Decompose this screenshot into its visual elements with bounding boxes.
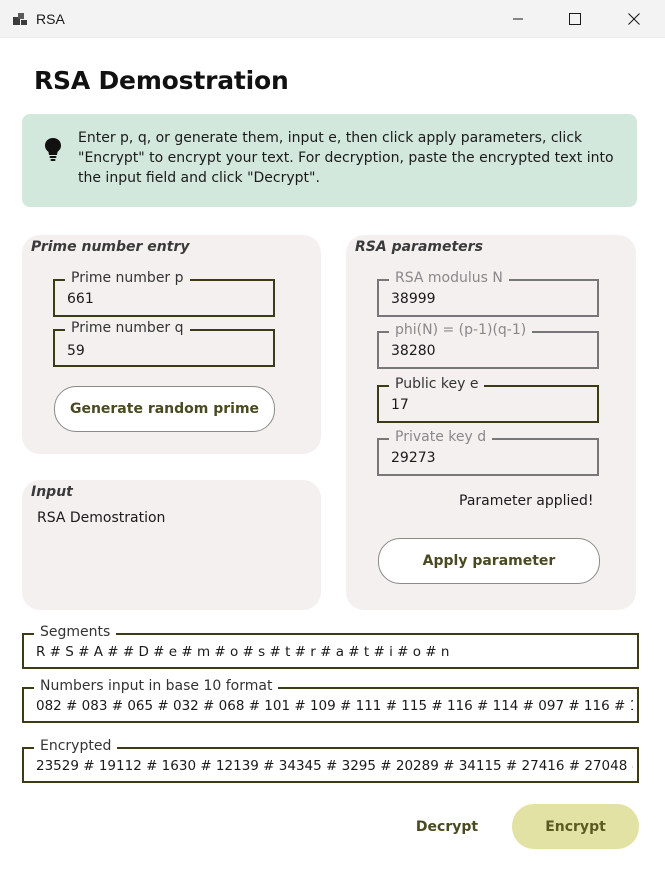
app-window-icon [13,13,27,25]
maximize-icon [569,13,581,25]
input-panel-title: Input [31,484,73,500]
title-bar: RSA [0,0,665,38]
prime-p-value: 661 [67,291,94,307]
lightbulb-icon [45,138,61,161]
prime-q-label: Prime number q [65,320,190,336]
prime-q-field[interactable]: Prime number q 59 [53,320,275,367]
segments-label: Segments [34,624,117,640]
info-banner: Enter p, q, or generate them, input e, t… [22,114,637,207]
phi-field: phi(N) = (p-1)(q-1) 38280 [377,322,599,369]
segments-value: R # S # A # # D # e # m # o # s # t # r … [36,644,450,660]
rsa-panel-title: RSA parameters [355,239,483,255]
minimize-button[interactable] [489,0,547,38]
generate-random-prime-button[interactable]: Generate random prime [54,386,275,432]
minimize-icon [513,18,523,20]
close-button[interactable] [605,0,663,38]
encrypted-field[interactable]: Encrypted 23529 # 19112 # 1630 # 12139 #… [22,738,639,783]
private-key-d-field: Private key d 29273 [377,429,599,476]
phi-value: 38280 [391,343,436,359]
page-title: RSA Demostration [34,66,289,95]
decrypt-button[interactable]: Decrypt [402,806,492,848]
maximize-button[interactable] [546,0,604,38]
private-key-d-label: Private key d [389,429,493,445]
public-key-e-field[interactable]: Public key e 17 [377,376,599,423]
prime-p-label: Prime number p [65,270,190,286]
encrypted-value: 23529 # 19112 # 1630 # 12139 # 34345 # 3… [36,758,633,774]
encrypt-button[interactable]: Encrypt [512,804,639,849]
close-icon [628,13,640,25]
numbers-label: Numbers input in base 10 format [34,678,279,694]
input-text-field[interactable]: RSA Demostration [37,510,165,526]
rsa-modulus-label: RSA modulus N [389,270,509,286]
prime-q-value: 59 [67,343,85,359]
apply-parameter-button[interactable]: Apply parameter [378,538,600,584]
public-key-e-value: 17 [391,397,409,413]
encrypted-label: Encrypted [34,738,118,754]
info-text: Enter p, q, or generate them, input e, t… [78,130,614,186]
status-message: Parameter applied! [459,493,594,509]
numbers-value: 082 # 083 # 065 # 032 # 068 # 101 # 109 … [36,698,633,714]
phi-label: phi(N) = (p-1)(q-1) [389,322,533,338]
private-key-d-value: 29273 [391,450,436,466]
prime-p-field[interactable]: Prime number p 661 [53,270,275,317]
rsa-modulus-field: RSA modulus N 38999 [377,270,599,317]
rsa-modulus-value: 38999 [391,291,436,307]
numbers-field[interactable]: Numbers input in base 10 format 082 # 08… [22,678,639,723]
window-title: RSA [36,11,65,27]
prime-panel-title: Prime number entry [31,239,190,255]
public-key-e-label: Public key e [389,376,485,392]
segments-field[interactable]: Segments R # S # A # # D # e # m # o # s… [22,624,639,669]
